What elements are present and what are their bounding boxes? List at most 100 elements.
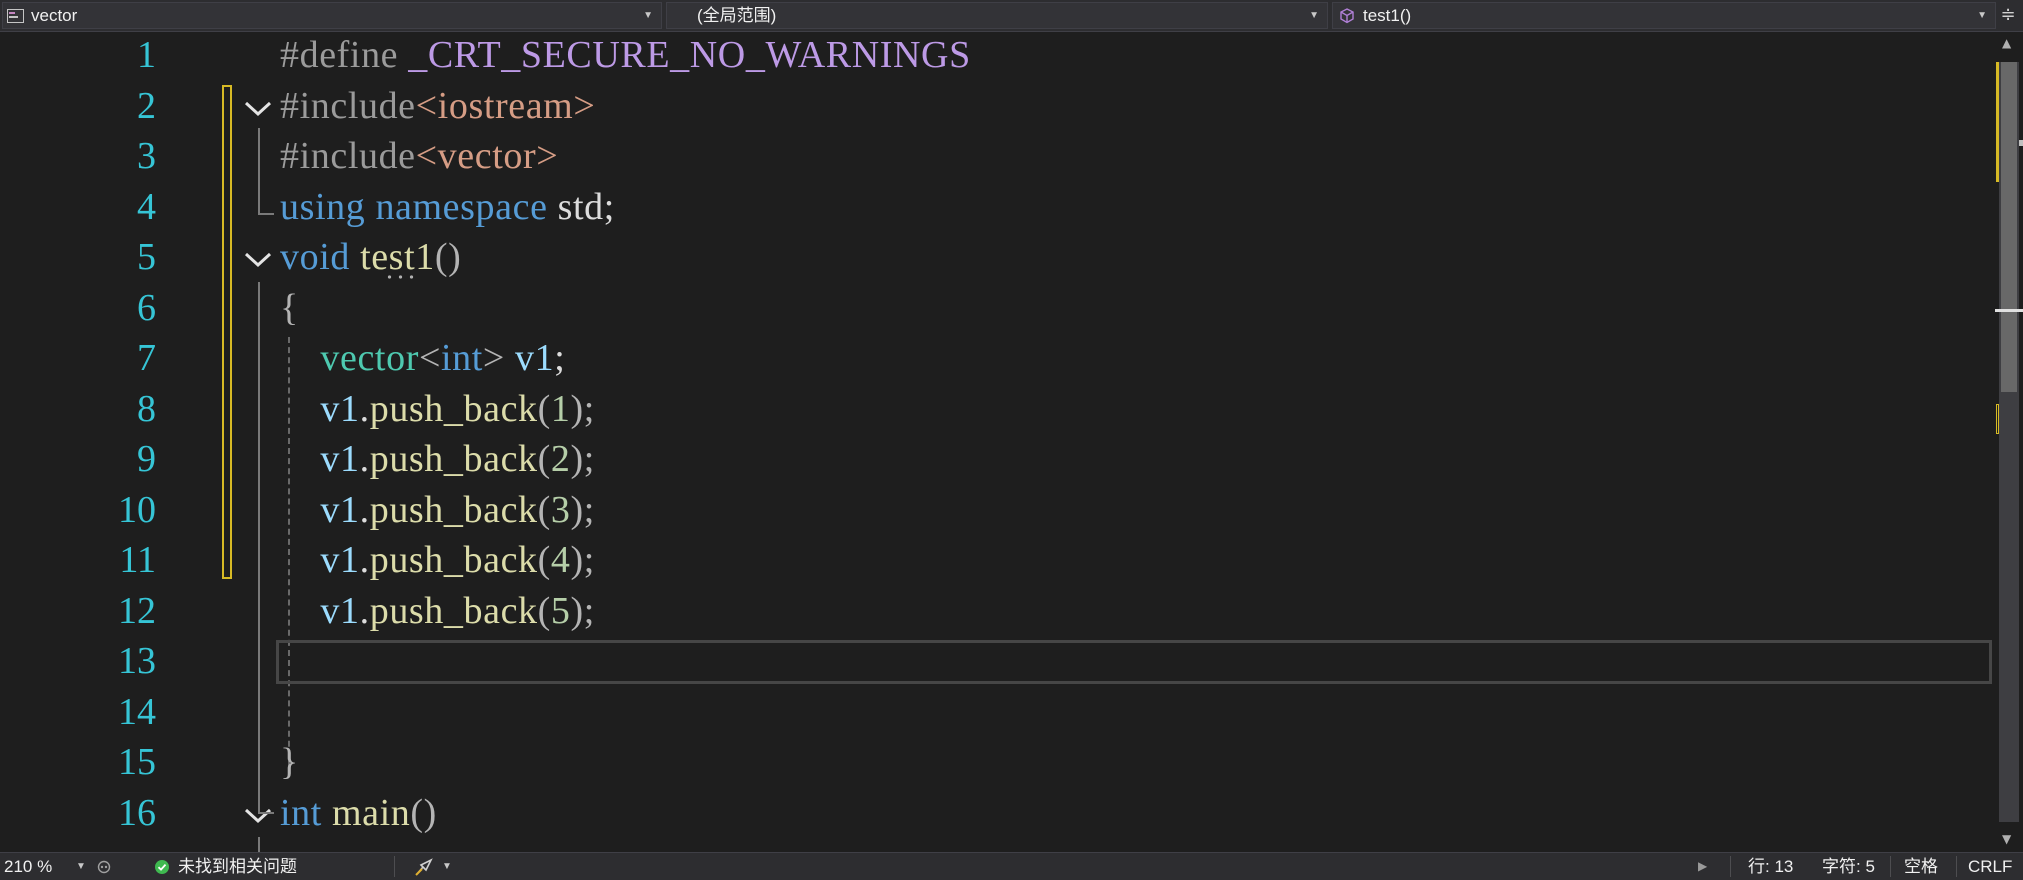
code-token: int xyxy=(440,337,483,379)
line-ending[interactable]: CRLF xyxy=(1968,853,2012,880)
code-token: <iostream> xyxy=(415,84,596,127)
project-icon xyxy=(7,9,24,23)
outline-bracket xyxy=(258,128,274,215)
glyph-margin xyxy=(0,32,52,852)
code-token: ( xyxy=(537,539,551,581)
code-token: int xyxy=(280,791,333,834)
code-token: 1 xyxy=(550,387,571,430)
code-token: 3 xyxy=(550,488,571,531)
code-token: v1 xyxy=(280,539,360,581)
code-token: push_back xyxy=(369,488,538,531)
fold-chevron-icon[interactable] xyxy=(244,246,274,276)
code-token: v1 xyxy=(515,337,555,379)
chevron-down-icon: ▼ xyxy=(1309,10,1319,21)
member-dropdown[interactable]: test1() ▼ xyxy=(1332,2,1996,29)
scope-name: (全局范围) xyxy=(697,6,777,25)
code-line: using namespace std; xyxy=(280,185,615,229)
code-editor[interactable]: 1 2 3 4 5 6 7 8 9 10 11 12 13 14 15 16 #define _CRT_SEC… xyxy=(0,32,1995,852)
code-cleanup-brush-icon[interactable] xyxy=(414,858,434,876)
whitespace-mode[interactable]: 空格 xyxy=(1904,853,1938,880)
code-token: v1 xyxy=(280,438,360,480)
split-window-icon[interactable]: ≑ xyxy=(1997,3,2019,27)
code-line: v1.push_back(4); xyxy=(280,538,595,582)
line-indicator[interactable]: 行: 13 xyxy=(1748,853,1793,880)
status-bar: 210 % ▼ 未找到相关问题 ▼ ◀ ▶ 行: 13 字符: 5 空格 CRL… xyxy=(0,852,2023,880)
line-number: 10 xyxy=(118,488,156,531)
fold-chevron-icon[interactable] xyxy=(244,95,274,125)
line-number: 8 xyxy=(137,387,156,430)
scroll-right-icon[interactable]: ▶ xyxy=(1698,853,1707,880)
scroll-map-marker xyxy=(2019,140,2023,146)
code-line: void test1() xyxy=(280,235,461,279)
caret-position-marker xyxy=(1995,309,2023,312)
line-number: 16 xyxy=(118,791,156,834)
check-circle-icon xyxy=(155,860,169,874)
code-line: v1.push_back(3); xyxy=(280,488,595,532)
code-line: #include<iostream> xyxy=(280,84,595,128)
code-token: push_back xyxy=(369,589,538,632)
code-token: vector xyxy=(280,337,419,379)
issues-status[interactable]: 未找到相关问题 xyxy=(178,853,297,880)
code-token: ); xyxy=(570,539,595,581)
line-number: 3 xyxy=(137,135,156,177)
code-token: _CRT_SECURE_NO_WARNINGS xyxy=(408,34,971,76)
navigation-bar: vector ▼ (全局范围) ▼ test1() ▼ ≑ xyxy=(0,0,2023,32)
code-token: ); xyxy=(570,589,595,632)
horizontal-scrollbar[interactable] xyxy=(496,857,1718,876)
code-token: test1 xyxy=(360,236,435,278)
change-map-marker xyxy=(1996,62,1999,182)
code-token: v1 xyxy=(280,488,360,531)
code-line: #define _CRT_SECURE_NO_WARNINGS xyxy=(280,33,971,77)
code-token: ( xyxy=(537,589,551,632)
line-number: 9 xyxy=(137,438,156,480)
zoom-dropdown-icon[interactable]: ▼ xyxy=(76,853,86,880)
line-number: 14 xyxy=(118,690,156,733)
outline-bracket xyxy=(258,837,260,852)
code-line: } xyxy=(280,740,299,784)
vertical-scrollbar[interactable]: ▲ ▼ xyxy=(1995,32,2023,852)
change-map-marker xyxy=(1996,404,1999,434)
zoom-level[interactable]: 210 % xyxy=(4,853,52,880)
code-token: main xyxy=(332,791,411,834)
code-token: ; xyxy=(554,337,566,379)
cleanup-dropdown-icon[interactable]: ▼ xyxy=(442,853,452,880)
line-number: 5 xyxy=(137,236,156,278)
line-number: 7 xyxy=(137,337,156,379)
scope-dropdown[interactable]: (全局范围) ▼ xyxy=(666,2,1328,29)
code-token: v1 xyxy=(280,589,360,632)
char-indicator[interactable]: 字符: 5 xyxy=(1822,853,1875,880)
scroll-up-icon[interactable]: ▲ xyxy=(2002,36,2011,50)
code-line: { xyxy=(280,286,299,330)
scroll-thumb[interactable] xyxy=(2001,62,2017,392)
code-token: #define xyxy=(280,34,409,76)
scroll-down-icon[interactable]: ▼ xyxy=(2002,832,2011,846)
code-token: <vector> xyxy=(415,135,559,177)
project-name: vector xyxy=(31,6,78,25)
code-line: v1.push_back(2); xyxy=(280,437,595,481)
code-token: ); xyxy=(570,387,595,430)
code-token: ); xyxy=(570,488,595,531)
code-token: #include xyxy=(280,84,416,127)
line-number: 12 xyxy=(118,589,156,632)
code-token: ); xyxy=(570,438,595,480)
code-token: 4 xyxy=(550,539,571,581)
code-token: push_back xyxy=(369,539,538,581)
code-token: v1 xyxy=(280,387,360,430)
line-number: 15 xyxy=(118,741,156,783)
line-number: 11 xyxy=(119,539,156,581)
chevron-down-icon: ▼ xyxy=(643,10,653,21)
code-token: () xyxy=(434,236,462,278)
outline-bracket xyxy=(258,282,274,814)
code-token: ( xyxy=(537,438,551,480)
code-token: std; xyxy=(557,185,615,228)
copilot-icon[interactable] xyxy=(96,859,112,875)
code-token: < xyxy=(418,337,441,379)
project-dropdown[interactable]: vector ▼ xyxy=(2,2,662,29)
code-line: vector<int> v1; xyxy=(280,336,565,380)
change-tracking-bar xyxy=(222,85,232,579)
code-token: ( xyxy=(537,387,551,430)
code-token: namespace xyxy=(375,185,558,228)
line-number: 6 xyxy=(137,286,156,329)
code-token: () xyxy=(410,791,437,834)
code-token: push_back xyxy=(369,387,538,430)
